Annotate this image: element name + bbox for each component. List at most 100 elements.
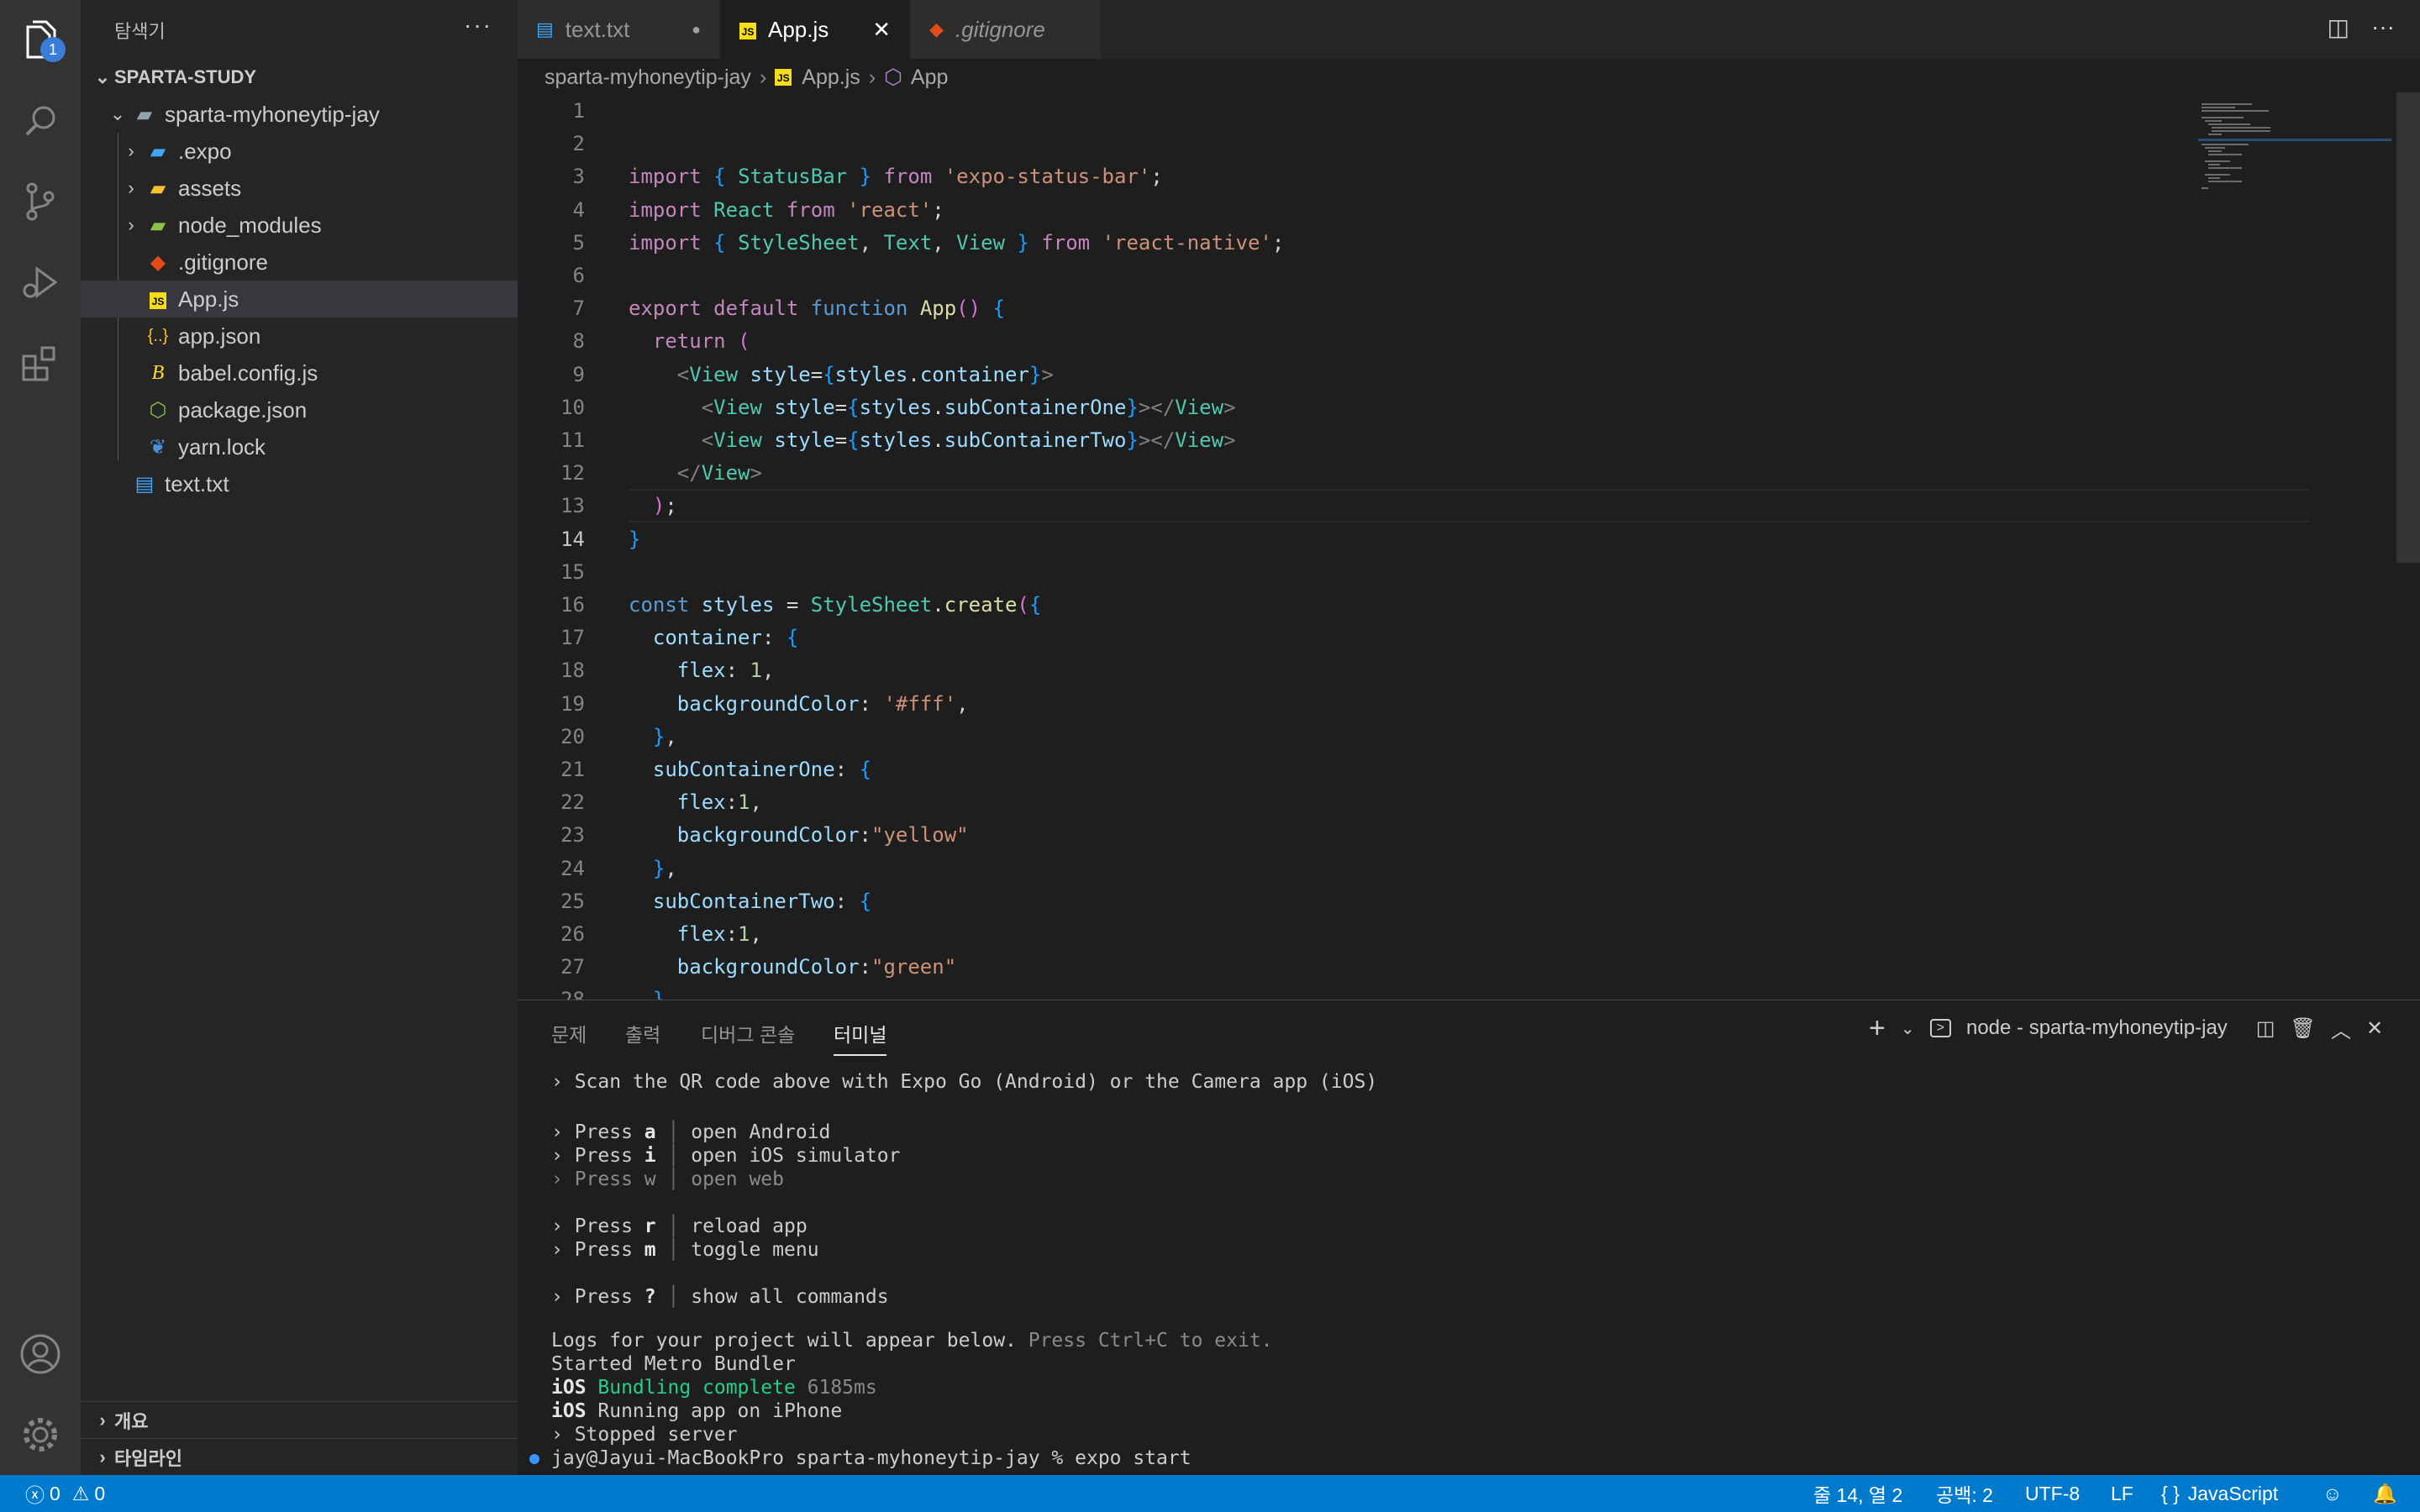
code-line[interactable]: flex: 1, bbox=[629, 659, 775, 682]
code-line[interactable]: flex:1, bbox=[629, 922, 762, 946]
workspace-name: SPARTA-STUDY bbox=[114, 66, 257, 87]
tab-terminal[interactable]: 터미널 bbox=[834, 1019, 887, 1056]
tree-item-yarn-lock[interactable]: ❦ yarn.lock bbox=[81, 428, 518, 465]
terminal-toolbar: + ⌄ > node - sparta-myhoneytip-jay ◫ 🗑 ︿… bbox=[1869, 1012, 2383, 1045]
chevron-down-icon[interactable]: ⌄ bbox=[1901, 1018, 1915, 1039]
modified-dot-icon[interactable]: ● bbox=[692, 21, 701, 39]
split-editor-icon[interactable]: ◫ bbox=[2328, 13, 2349, 41]
tree-item-expo[interactable]: › ▰ .expo bbox=[81, 133, 518, 170]
code-line[interactable]: subContainerOne: { bbox=[629, 758, 871, 781]
line-number: 3 bbox=[572, 165, 585, 189]
git-icon: ◆ bbox=[929, 18, 944, 39]
terminal-name[interactable]: node - sparta-myhoneytip-jay bbox=[1966, 1016, 2228, 1040]
folder-open-icon: ▰ bbox=[136, 102, 153, 126]
section-timeline[interactable]: › 타임라인 bbox=[81, 1438, 518, 1476]
close-panel-icon[interactable]: ✕ bbox=[2366, 1016, 2383, 1041]
tree-item-package-json[interactable]: ⬡ package.json bbox=[81, 391, 518, 428]
terminal-prompt[interactable]: jay@Jayui-MacBookPro sparta-myhoneytip-j… bbox=[551, 1447, 1192, 1469]
code-line[interactable]: ); bbox=[629, 494, 677, 517]
js-icon: JS bbox=[143, 287, 173, 311]
account-icon[interactable] bbox=[0, 1314, 81, 1394]
tree-item-assets[interactable]: › ▰ assets bbox=[81, 170, 518, 207]
workspace-header[interactable]: ⌄ SPARTA-STUDY bbox=[81, 59, 518, 96]
split-terminal-icon[interactable]: ◫ bbox=[2256, 1016, 2275, 1041]
terminal-line: iOS Running app on iPhone bbox=[551, 1400, 842, 1422]
terminal-text: Bundling complete bbox=[586, 1377, 796, 1399]
breadcrumb-symbol[interactable]: App bbox=[911, 66, 948, 90]
tab-text-txt[interactable]: ▤ text.txt ● bbox=[518, 0, 719, 59]
new-terminal-icon[interactable]: + bbox=[1869, 1012, 1886, 1045]
maximize-panel-icon[interactable]: ︿ bbox=[2331, 1014, 2351, 1043]
editor-scrollbar[interactable] bbox=[2396, 92, 2420, 563]
line-number: 4 bbox=[572, 197, 585, 222]
code-line[interactable]: } bbox=[629, 528, 640, 551]
tree-item-babel-config[interactable]: B babel.config.js bbox=[81, 354, 518, 391]
code-line[interactable]: import React from 'react'; bbox=[629, 198, 944, 222]
breadcrumb-file[interactable]: App.js bbox=[802, 66, 860, 90]
code-line[interactable]: <View style={styles.subContainerOne}></V… bbox=[629, 396, 1236, 419]
end-of-line[interactable]: LF bbox=[2111, 1475, 2133, 1512]
notifications-bell-icon[interactable]: 🔔 bbox=[2373, 1475, 2397, 1512]
line-number: 12 bbox=[560, 461, 585, 486]
code-line[interactable]: return ( bbox=[629, 329, 750, 353]
source-control-icon[interactable] bbox=[0, 161, 81, 242]
code-line[interactable]: import { StyleSheet, Text, View } from '… bbox=[629, 231, 1284, 255]
expo-folder-icon: ▰ bbox=[150, 139, 166, 163]
section-outline[interactable]: › 개요 bbox=[81, 1401, 518, 1439]
more-actions-icon[interactable]: ··· bbox=[464, 12, 492, 39]
line-number: 15 bbox=[560, 559, 585, 584]
code-line[interactable]: const styles = StyleSheet.create({ bbox=[629, 593, 1041, 617]
code-line[interactable]: flex:1, bbox=[629, 790, 762, 814]
tree-item-gitignore[interactable]: ◆ .gitignore bbox=[81, 244, 518, 281]
tree-item-node-modules[interactable]: › ▰ node_modules bbox=[81, 207, 518, 244]
line-number: 1 bbox=[572, 99, 585, 123]
code-line[interactable]: subContainerTwo: { bbox=[629, 890, 871, 913]
tree-item-text-txt[interactable]: ▤ text.txt bbox=[81, 465, 518, 502]
error-count: 0 bbox=[50, 1482, 60, 1504]
code-editor[interactable]: 1 2 3 4 5 6 7 8 9 10 11 12 13 14 15 16 17 18 19 20 21 22 23 24 2… bbox=[518, 92, 2420, 1045]
tab-app-js[interactable]: JS App.js ✕ bbox=[721, 0, 909, 59]
tab-debug-console[interactable]: 디버그 콘솔 bbox=[701, 1019, 795, 1047]
minimap[interactable] bbox=[2198, 97, 2391, 197]
json-icon: {..} bbox=[147, 326, 169, 345]
line-number: 16 bbox=[560, 593, 585, 617]
settings-gear-icon[interactable] bbox=[0, 1394, 81, 1475]
tree-item-app-json[interactable]: {..} app.json bbox=[81, 318, 518, 354]
encoding[interactable]: UTF-8 bbox=[2025, 1475, 2080, 1512]
language-mode[interactable]: { } JavaScript bbox=[2161, 1475, 2278, 1512]
line-number: 18 bbox=[560, 659, 585, 683]
code-line[interactable]: <View style={styles.subContainerTwo}></V… bbox=[629, 428, 1236, 452]
tree-item-folder[interactable]: ⌄ ▰ sparta-myhoneytip-jay bbox=[81, 96, 518, 133]
cursor-position[interactable]: 줄 14, 열 2 bbox=[1813, 1475, 1902, 1512]
breadcrumb-folder[interactable]: sparta-myhoneytip-jay bbox=[544, 66, 751, 90]
problems-indicator[interactable]: ⓧ 0 ⚠ 0 bbox=[25, 1475, 105, 1512]
tree-item-app-js[interactable]: JS App.js bbox=[81, 281, 518, 318]
code-line[interactable]: import { StatusBar } from 'expo-status-b… bbox=[629, 165, 1163, 188]
line-number: 24 bbox=[560, 856, 585, 880]
more-actions-icon[interactable]: ··· bbox=[2371, 13, 2395, 41]
close-icon[interactable]: ✕ bbox=[872, 17, 891, 43]
code-line[interactable]: export default function App() { bbox=[629, 297, 1005, 320]
line-number: 13 bbox=[560, 494, 585, 518]
code-line[interactable]: </View> bbox=[629, 461, 762, 485]
tab-output[interactable]: 출력 bbox=[625, 1019, 660, 1047]
terminal-line: › Scan the QR code above with Expo Go (A… bbox=[551, 1071, 1378, 1093]
search-icon[interactable] bbox=[0, 81, 81, 161]
code-line[interactable]: }, bbox=[629, 857, 677, 880]
feedback-icon[interactable]: ☺ bbox=[2323, 1475, 2342, 1512]
run-debug-icon[interactable] bbox=[0, 242, 81, 323]
indentation[interactable]: 공백: 2 bbox=[1936, 1475, 1993, 1512]
trash-icon[interactable]: 🗑 bbox=[2290, 1016, 2315, 1041]
tab-problems[interactable]: 문제 bbox=[551, 1019, 587, 1047]
code-line[interactable]: backgroundColor:"green" bbox=[629, 955, 956, 979]
code-line[interactable]: backgroundColor: '#fff', bbox=[629, 692, 969, 716]
code-line[interactable]: <View style={styles.container}> bbox=[629, 363, 1054, 386]
explorer-icon[interactable]: 1 bbox=[0, 0, 81, 81]
code-line[interactable]: }, bbox=[629, 725, 677, 748]
tab-gitignore[interactable]: ◆ .gitignore bbox=[911, 0, 1101, 59]
terminal-text: Logs for your project will appear below. bbox=[551, 1330, 1017, 1352]
code-line[interactable]: container: { bbox=[629, 626, 798, 649]
code-line[interactable]: backgroundColor:"yellow" bbox=[629, 823, 969, 847]
extensions-icon[interactable] bbox=[0, 323, 81, 403]
terminal-icon: > bbox=[1929, 1019, 1951, 1037]
